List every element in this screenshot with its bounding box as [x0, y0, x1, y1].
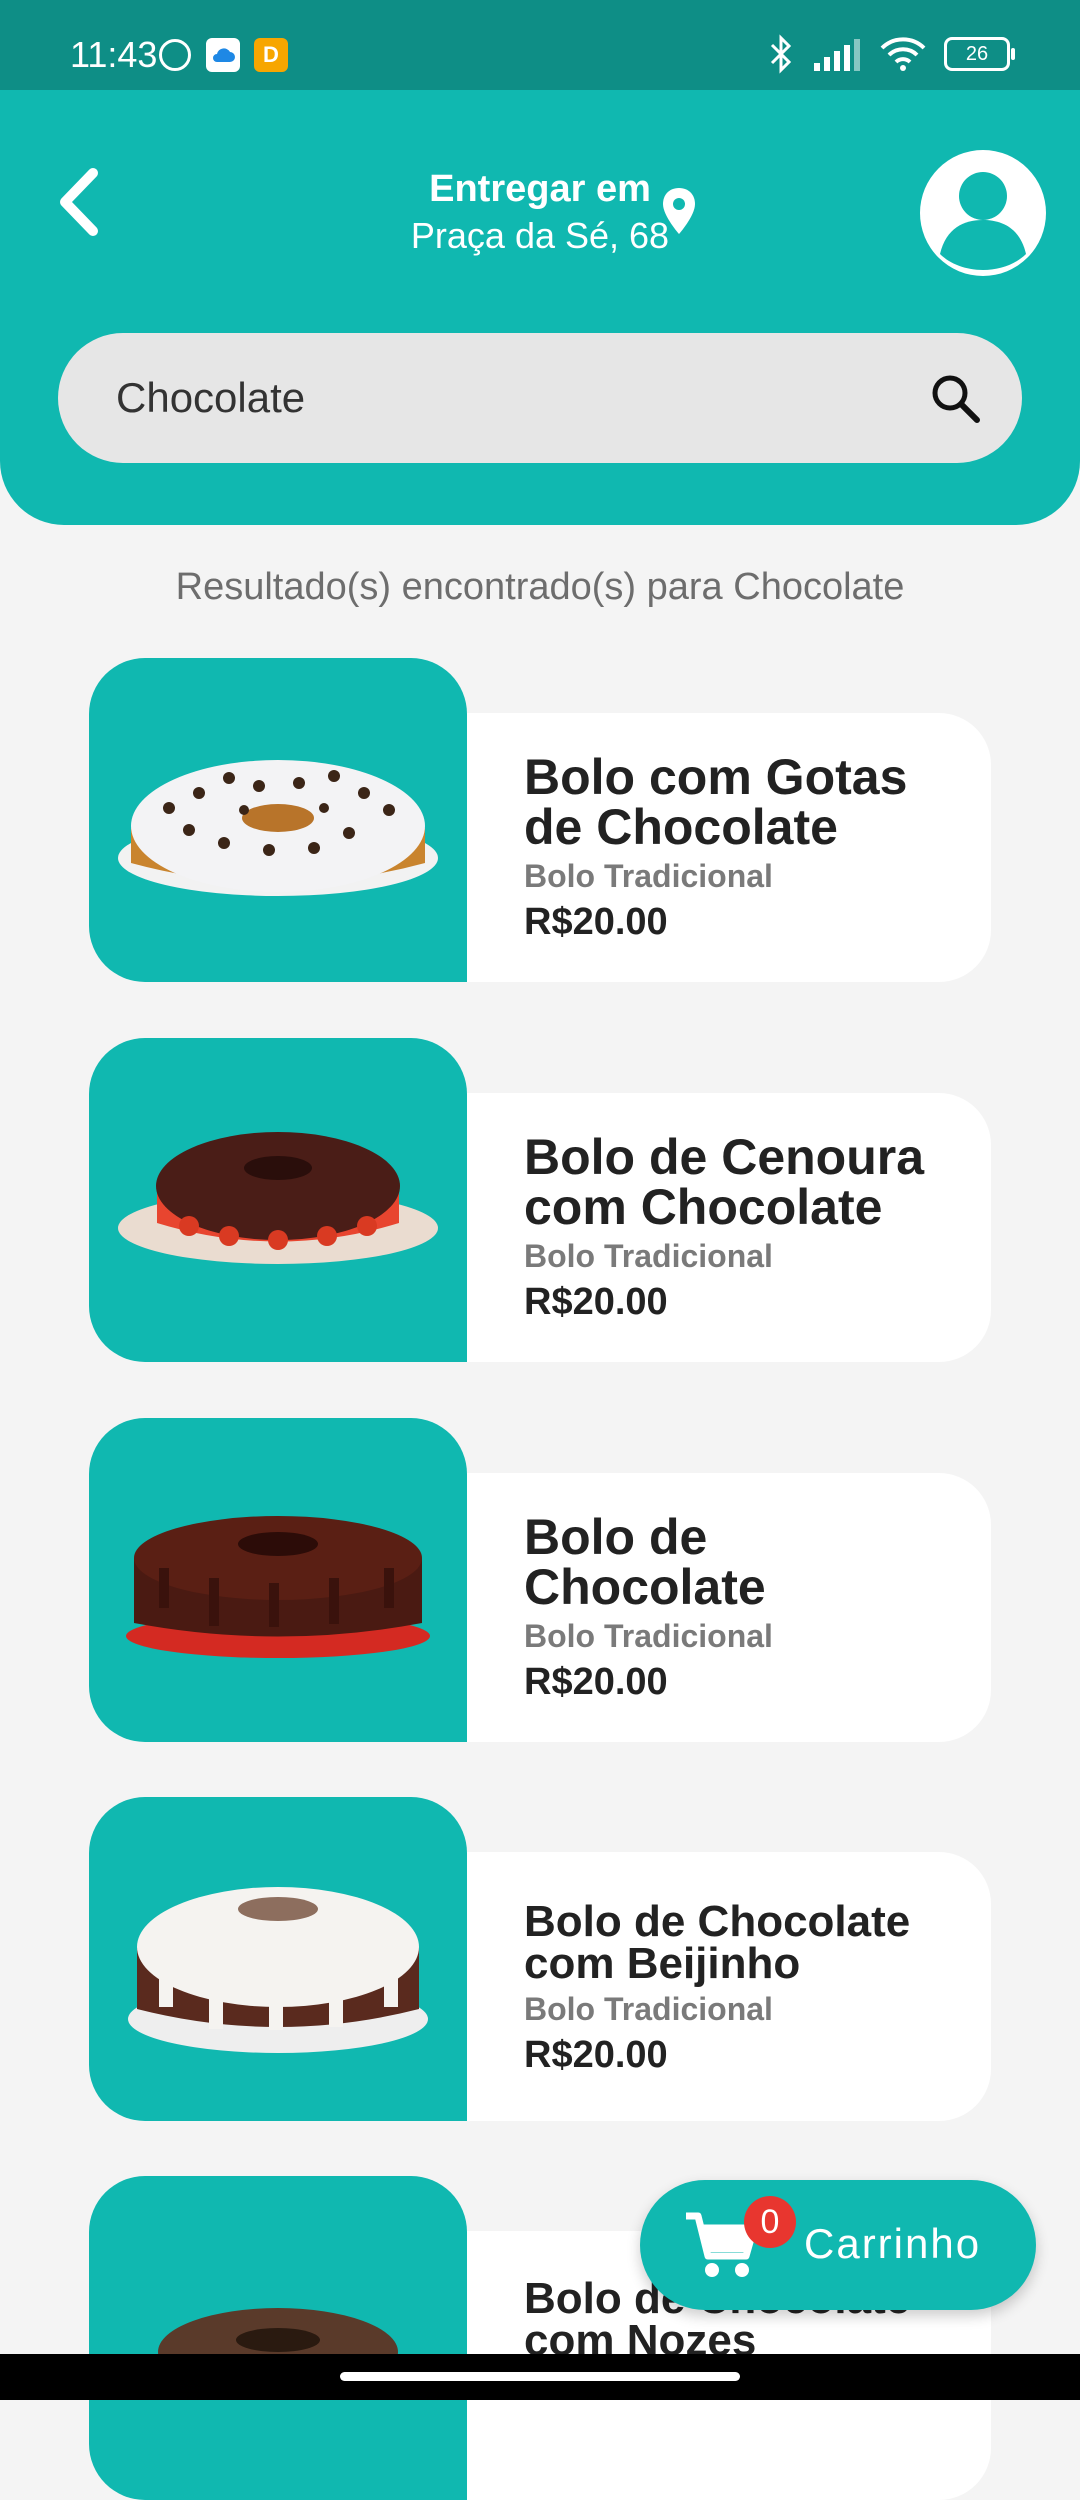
battery-level: 26: [965, 42, 989, 65]
search-bar[interactable]: [58, 333, 1022, 463]
product-category: Bolo Tradicional: [524, 1991, 773, 2027]
deliver-title: Entregar em: [429, 168, 651, 210]
product-card[interactable]: Bolo de Cenoura com Chocolate Bolo Tradi…: [89, 1038, 991, 1362]
cart-button[interactable]: 0 Carrinho: [640, 2180, 1036, 2310]
product-category: Bolo Tradicional: [524, 1618, 773, 1654]
status-left-icons: D: [158, 38, 288, 72]
product-price: R$20.00: [524, 1661, 668, 1703]
delivery-address: Praça da Sé, 68: [410, 215, 670, 256]
product-image: [89, 1038, 467, 1362]
cart-count-badge: 0: [744, 2196, 796, 2248]
home-gesture-handle[interactable]: [340, 2372, 740, 2381]
system-nav-bar: [0, 2354, 1080, 2400]
status-time: 11:43: [70, 34, 158, 75]
status-right-icons: 26: [768, 34, 1015, 74]
product-card[interactable]: Bolo de Chocolate Bolo Tradicional R$20.…: [89, 1418, 991, 1742]
product-price: R$20.00: [524, 2034, 668, 2076]
cloud-icon: [206, 38, 240, 72]
cart-label: Carrinho: [804, 2220, 982, 2267]
user-icon: [940, 172, 1026, 270]
alarm-icon: [158, 38, 192, 72]
app-icon: D: [254, 38, 288, 72]
location-pin-icon[interactable]: [660, 186, 698, 236]
search-input[interactable]: [114, 373, 898, 423]
profile-avatar[interactable]: [920, 150, 1046, 276]
delivery-location[interactable]: Entregar em Praça da Sé, 68: [0, 168, 1080, 257]
bluetooth-icon: [770, 34, 792, 74]
wifi-icon: [880, 37, 926, 71]
product-name: Bolo de Chocolate: [524, 1509, 766, 1615]
signal-icon: [814, 39, 860, 71]
product-image: [89, 1797, 467, 2121]
product-image: [89, 658, 467, 982]
product-card[interactable]: Bolo com Gotas de Chocolate Bolo Tradici…: [89, 658, 991, 982]
battery-icon: 26: [944, 37, 1015, 71]
product-category: Bolo Tradicional: [524, 858, 773, 894]
product-image: [89, 1418, 467, 1742]
product-category: Bolo Tradicional: [524, 1238, 773, 1274]
product-price: R$20.00: [524, 1281, 668, 1323]
header: Entregar em Praça da Sé, 68: [0, 90, 1080, 525]
search-icon[interactable]: [928, 371, 982, 425]
status-bar: 11:43 D 26: [0, 0, 1080, 90]
results-label: Resultado(s) encontrado(s) para Chocolat…: [175, 566, 905, 608]
product-card[interactable]: Bolo de Chocolate com Beijinho Bolo Trad…: [89, 1797, 991, 2121]
product-name: Bolo de Cenoura com Chocolate: [524, 1129, 925, 1235]
product-name: Bolo de Chocolate com Beijinho: [524, 1897, 911, 1988]
product-image: [89, 2176, 467, 2500]
product-price: R$20.00: [524, 901, 668, 943]
product-name: Bolo com Gotas de Chocolate: [524, 749, 908, 855]
